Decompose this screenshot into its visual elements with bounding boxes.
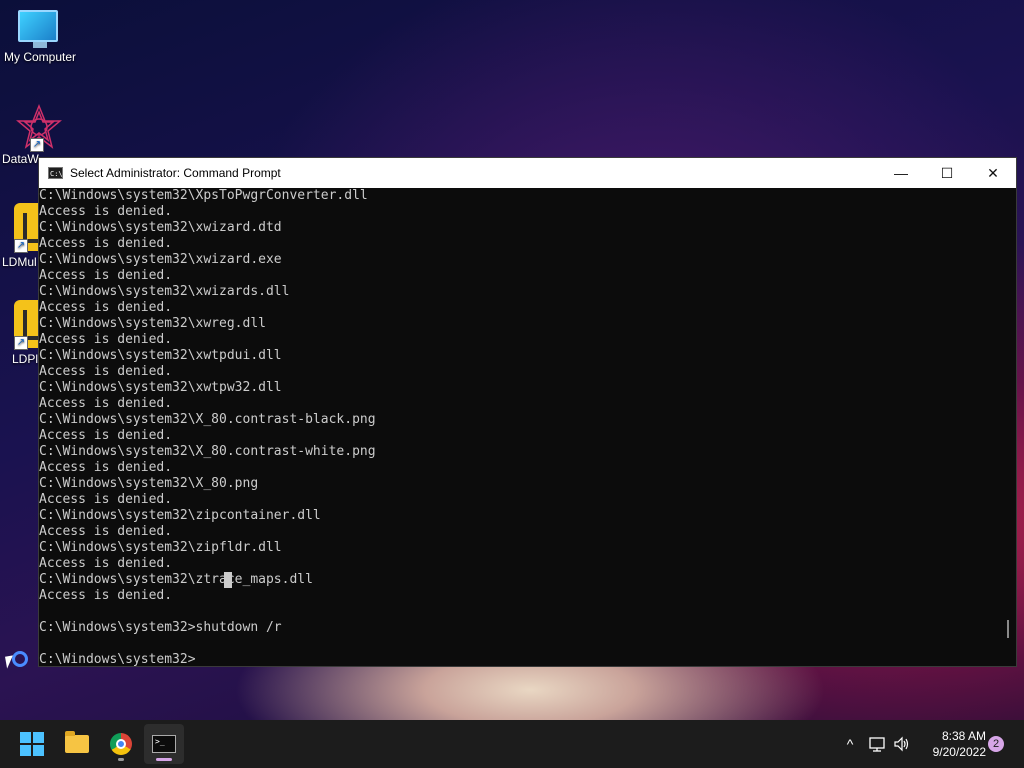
console-line: Access is denied. <box>39 204 173 219</box>
active-indicator <box>156 758 172 761</box>
terminal-icon: C:\ <box>48 167 63 179</box>
console-line: Access is denied. <box>39 460 173 475</box>
clock-button[interactable]: 8:38 AM 9/20/2022 <box>916 728 986 760</box>
show-hidden-icons-button[interactable]: ^ <box>841 720 859 768</box>
network-icon <box>869 737 885 752</box>
console-line: C:\Windows\system32\XpsToPwgrConverter.d… <box>39 188 368 203</box>
console-line: C:\Windows\system32> <box>39 652 196 667</box>
folder-icon <box>65 731 89 753</box>
console-line: Access is denied. <box>39 268 173 283</box>
volume-button[interactable] <box>892 720 912 768</box>
running-indicator <box>118 758 124 761</box>
console-line: Access is denied. <box>39 588 173 603</box>
clock-date: 9/20/2022 <box>932 745 986 759</box>
desktop-icon-label: My Computer <box>3 50 77 64</box>
window-title: Select Administrator: Command Prompt <box>70 166 281 180</box>
console-line: C:\Windows\system32\xwtpw32.dll <box>39 380 282 395</box>
console-line: Access is denied. <box>39 524 173 539</box>
console-line: C:\Windows\system32\xwizard.dtd <box>39 220 282 235</box>
desktop-icon-my-computer[interactable]: My Computer <box>0 10 80 64</box>
monitor-icon <box>18 10 58 42</box>
network-button[interactable] <box>868 720 888 768</box>
console-line: Access is denied. <box>39 364 173 379</box>
close-button[interactable]: ✕ <box>970 158 1016 188</box>
text-cursor <box>224 572 232 588</box>
chevron-up-icon: ^ <box>846 736 854 752</box>
console-line: C:\Windows\system32\xwizard.exe <box>39 252 282 267</box>
notification-badge[interactable]: 2 <box>988 736 1004 752</box>
console-line: C:\Windows\system32\xwizards.dll <box>39 284 290 299</box>
console-line: Access is denied. <box>39 300 173 315</box>
clock-time: 8:38 AM <box>941 729 986 743</box>
console-line: C:\Windows\system32\zipcontainer.dll <box>39 508 321 523</box>
console-line: C:\Windows\system32\X_80.contrast-black.… <box>39 412 376 427</box>
command-prompt-window[interactable]: C:\ Select Administrator: Command Prompt… <box>38 157 1017 667</box>
console-line: C:\Windows\system32\X_80.contrast-white.… <box>39 444 376 459</box>
taskbar-command-prompt[interactable]: >_ <box>144 724 184 764</box>
console-output[interactable]: C:\Windows\system32\XpsToPwgrConverter.d… <box>39 188 998 667</box>
console-line: C:\Windows\system32>shutdown /r <box>39 620 282 635</box>
console-line: C:\Windows\system32\ztrace_maps.dll <box>39 572 313 587</box>
terminal-icon: >_ <box>152 735 176 753</box>
windows-start-icon <box>20 732 44 756</box>
console-line: Access is denied. <box>39 556 173 571</box>
console-line: Access is denied. <box>39 492 173 507</box>
shortcut-arrow-icon: ↗ <box>14 239 28 253</box>
console-line: Access is denied. <box>39 332 173 347</box>
console-line: Access is denied. <box>39 236 173 251</box>
volume-icon <box>894 736 909 752</box>
console-line: Access is denied. <box>39 428 173 443</box>
console-line: C:\Windows\system32\xwreg.dll <box>39 316 266 331</box>
taskbar: >_ ^ 8:38 AM 9/20/2022 <box>0 720 1024 768</box>
chrome-icon <box>110 733 132 755</box>
taskbar-chrome[interactable] <box>101 724 141 764</box>
console-line: C:\Windows\system32\X_80.png <box>39 476 259 491</box>
minimize-button[interactable]: — <box>878 158 924 188</box>
console-line: C:\Windows\system32\zipfldr.dll <box>39 540 282 555</box>
scrollbar[interactable] <box>998 188 1016 666</box>
taskbar-file-explorer[interactable] <box>57 724 97 764</box>
scrollbar-thumb[interactable] <box>1007 620 1009 638</box>
start-button[interactable] <box>12 724 52 764</box>
console-line: Access is denied. <box>39 396 173 411</box>
shortcut-arrow-icon: ↗ <box>30 138 44 152</box>
shortcut-arrow-icon: ↗ <box>14 336 28 350</box>
maximize-button[interactable]: ☐ <box>924 158 970 188</box>
title-bar[interactable]: C:\ Select Administrator: Command Prompt… <box>39 158 1016 188</box>
console-line: C:\Windows\system32\xwtpdui.dll <box>39 348 282 363</box>
